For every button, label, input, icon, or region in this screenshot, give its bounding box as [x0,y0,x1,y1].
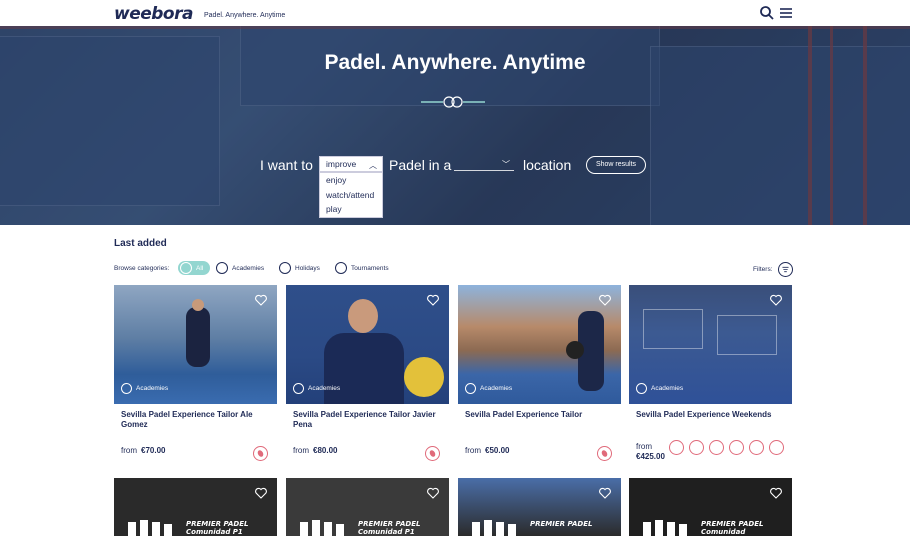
promo-text: PREMIER PADEL Comunidad [701,520,764,536]
category-badge: Academies [121,383,168,394]
price-row: from €80.00 [293,446,337,455]
hotel-icon [669,440,684,455]
price: €425.00 [636,452,665,461]
from-label: from [293,446,309,455]
card-title[interactable]: Sevilla Padel Experience Tailor [465,410,615,420]
heart-icon[interactable] [599,487,611,499]
browse-categories-label: Browse categories: [114,265,170,272]
price: €70.00 [141,446,166,455]
padel-in-a-label: Padel in a [389,157,452,173]
card-title[interactable]: Sevilla Padel Experience Tailor Javier P… [293,410,443,430]
heart-icon[interactable] [427,487,439,499]
price-row: from €70.00 [121,446,165,455]
heart-icon[interactable] [255,294,267,306]
category-badge: Academies [465,383,512,394]
show-results-button[interactable]: Show results [586,156,646,174]
listing-card[interactable]: Academies Sevilla Padel Experience Weeke… [629,285,792,465]
padel-racket-icon [425,446,440,461]
badge-label: Academies [308,385,341,392]
category-tournaments[interactable]: Tournaments [335,261,389,275]
promo-card[interactable]: PREMIER PADEL Comunidad [629,478,792,536]
tournaments-icon [335,262,347,274]
promo-text: PREMIER PADEL Comunidad P1 [186,520,249,536]
option-play[interactable]: play [320,202,382,217]
holidays-icon [279,262,291,274]
promo-card[interactable]: PREMIER PADEL Comunidad P1 [286,478,449,536]
padel-racket-icon [729,440,744,455]
academies-icon [121,383,132,394]
from-label: from [121,446,137,455]
car-icon [749,440,764,455]
padel-racket-icon [709,440,724,455]
i-want-to-label: I want to [260,157,313,173]
option-watch-attend[interactable]: watch/attend [320,188,382,203]
price-row: from €425.00 [636,442,665,462]
chevron-down-icon: ﹀ [502,160,510,169]
promo-card[interactable]: PREMIER PADEL [458,478,621,536]
heart-icon[interactable] [770,294,782,306]
decorative-rackets-icon [421,96,485,108]
filter-icon[interactable] [778,262,793,277]
premier-padel-logo-icon [643,520,687,536]
listing-card[interactable]: Academies Sevilla Padel Experience Tailo… [114,285,277,465]
category-tournaments-label: Tournaments [351,264,389,272]
premier-padel-logo-icon [472,520,516,536]
bus-icon [769,440,784,455]
category-holidays-label: Holidays [295,264,320,272]
option-enjoy[interactable]: enjoy [320,173,382,188]
heart-icon[interactable] [770,487,782,499]
premier-padel-logo-icon [128,520,172,536]
price-row: from €50.00 [465,446,509,455]
weebora-logo[interactable]: weebora [114,4,193,24]
price: €80.00 [313,446,338,455]
activity-options: enjoy watch/attend play [319,172,383,218]
academies-icon [293,383,304,394]
category-academies-label: Academies [232,264,265,272]
section-title: Last added [114,238,167,249]
heart-icon[interactable] [599,294,611,306]
listing-card[interactable]: Academies Sevilla Padel Experience Tailo… [458,285,621,465]
badge-label: Academies [651,385,684,392]
heart-icon[interactable] [255,487,267,499]
category-holidays[interactable]: Holidays [279,261,320,275]
top-navbar: weebora Padel. Anywhere. Anytime [0,0,910,26]
from-label: from [636,442,652,451]
padel-racket-icon [597,446,612,461]
listing-card[interactable]: Academies Sevilla Padel Experience Tailo… [286,285,449,465]
badge-label: Academies [480,385,513,392]
academies-icon [636,383,647,394]
heart-icon[interactable] [427,294,439,306]
category-academies[interactable]: Academies [216,261,264,275]
activity-select[interactable]: improve ︿ [319,156,383,172]
hero-title: Padel. Anywhere. Anytime [324,51,586,74]
from-label: from [465,446,481,455]
padel-racket-icon [253,446,268,461]
promo-card[interactable]: PREMIER PADEL Comunidad P1 [114,478,277,536]
card-title[interactable]: Sevilla Padel Experience Weekends [636,410,786,420]
promo-text: PREMIER PADEL [530,520,593,528]
chevron-up-icon: ︿ [369,161,377,170]
category-badge: Academies [293,383,340,394]
filters-label: Filters: [753,266,773,273]
category-badge: Academies [636,383,683,394]
search-icon[interactable] [759,5,775,21]
location-label: location [523,157,572,173]
price: €50.00 [485,446,510,455]
food-icon [689,440,704,455]
premier-padel-logo-icon [300,520,344,536]
all-icon [180,262,192,274]
menu-icon[interactable] [778,5,794,21]
category-all-label: All [196,264,204,272]
tagline: Padel. Anywhere. Anytime [204,12,286,19]
location-select[interactable]: ﹀ [454,158,514,171]
category-all[interactable]: All [178,261,210,275]
academies-icon [216,262,228,274]
promo-text: PREMIER PADEL Comunidad P1 [358,520,421,536]
academies-icon [465,383,476,394]
card-title[interactable]: Sevilla Padel Experience Tailor Ale Gome… [121,410,271,430]
activity-select-value: improve [326,159,357,169]
badge-label: Academies [136,385,169,392]
